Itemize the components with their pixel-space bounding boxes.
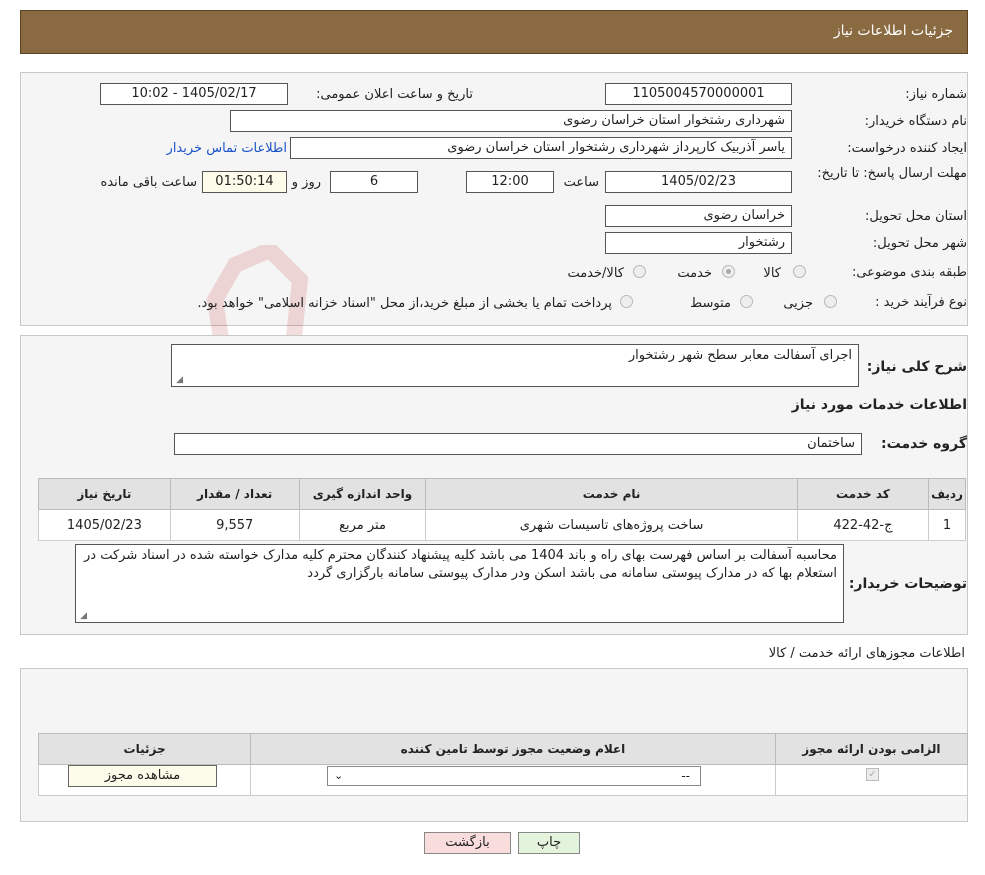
- services-table-header: ردیف کد خدمت نام خدمت واحد اندازه گیری ت…: [38, 478, 966, 510]
- category-radio-goods[interactable]: [793, 265, 806, 278]
- col-unit: واحد اندازه گیری: [298, 478, 427, 510]
- category-option-both: کالا/خدمت: [567, 266, 624, 281]
- page-title: جزئیات اطلاعات نیاز: [833, 23, 953, 39]
- service-group-field: ساختمان: [174, 433, 862, 455]
- deadline-time-label: ساعت: [563, 175, 599, 190]
- remaining-time-field: 01:50:14: [202, 171, 287, 193]
- buyer-org-field: شهرداری رشتخوار استان خراسان رضوی: [230, 110, 792, 132]
- process-option-medium: متوسط: [690, 296, 731, 311]
- need-number-label: شماره نیاز:: [905, 87, 967, 102]
- col-permit-required: الزامی بودن ارائه مجوز: [774, 733, 969, 765]
- process-radio-treasury[interactable]: [620, 295, 633, 308]
- col-name: نام خدمت: [425, 478, 798, 510]
- announce-field: 1405/02/17 - 10:02: [100, 83, 288, 105]
- deadline-date-field: 1405/02/23: [605, 171, 792, 193]
- days-label: روز و: [291, 175, 321, 190]
- services-table: ردیف کد خدمت نام خدمت واحد اندازه گیری ت…: [38, 478, 966, 541]
- permit-status-select[interactable]: ⌄ --: [327, 766, 701, 786]
- deadline-time-field: 12:00: [466, 171, 554, 193]
- service-group-label: گروه خدمت:: [881, 436, 967, 452]
- summary-text: اجرای آسفالت معابر سطح شهر رشتخوار: [628, 348, 852, 363]
- row-qty: 9,557: [169, 509, 300, 541]
- process-note: پرداخت تمام یا بخشی از مبلغ خرید،از محل …: [197, 296, 612, 311]
- city-field: رشتخوار: [605, 232, 792, 254]
- buyer-contact-link[interactable]: اطلاعات تماس خریدار: [167, 141, 287, 156]
- days-field: 6: [330, 171, 418, 193]
- buyer-notes-field: محاسبه آسفالت بر اساس فهرست بهای راه و ب…: [75, 544, 844, 623]
- row-unit: متر مربع: [298, 509, 427, 541]
- need-number-field: 1105004570000001: [605, 83, 792, 105]
- process-radio-minor[interactable]: [824, 295, 837, 308]
- row-index: 1: [928, 509, 966, 541]
- buyer-notes-text: محاسبه آسفالت بر اساس فهرست بهای راه و ب…: [84, 548, 837, 581]
- permits-title: اطلاعات مجوزهای ارائه خدمت / کالا: [768, 646, 965, 661]
- summary-field: اجرای آسفالت معابر سطح شهر رشتخوار ◢: [171, 344, 859, 387]
- permit-required-checkbox[interactable]: ✓: [866, 768, 879, 781]
- row-date: 1405/02/23: [38, 509, 171, 541]
- col-permit-status: اعلام وضعیت مجوز توسط تامین کننده: [250, 733, 776, 765]
- category-radio-service[interactable]: [722, 265, 735, 278]
- row-code: ج-42-422: [796, 509, 930, 541]
- province-label: استان محل تحویل:: [865, 209, 967, 224]
- announce-label: تاریخ و ساعت اعلان عمومی:: [316, 87, 473, 102]
- process-option-minor: جزیی: [783, 296, 813, 311]
- city-label: شهر محل تحویل:: [872, 236, 967, 251]
- category-option-goods: کالا: [763, 266, 781, 281]
- summary-label: شرح کلی نیاز:: [866, 359, 967, 375]
- col-permit-details: جزئیات: [37, 733, 252, 765]
- row-name: ساخت پروژه‌های تاسیسات شهری: [425, 509, 798, 541]
- creator-field: یاسر آذربیک کارپرداز شهرداری رشتخوار است…: [290, 137, 792, 159]
- view-permit-button[interactable]: مشاهده مجوز: [68, 765, 217, 787]
- col-date: تاریخ نیاز: [38, 478, 171, 510]
- chevron-down-icon: ⌄: [334, 769, 344, 782]
- services-title: اطلاعات خدمات مورد نیاز: [791, 397, 967, 413]
- creator-label: ایجاد کننده درخواست:: [847, 141, 967, 156]
- resize-grip-icon[interactable]: ◢: [175, 376, 183, 385]
- col-index: ردیف: [928, 478, 966, 510]
- table-row: 1 ج-42-422 ساخت پروژه‌های تاسیسات شهری م…: [38, 509, 966, 541]
- permits-table-header: الزامی بودن ارائه مجوز اعلام وضعیت مجوز …: [37, 733, 969, 765]
- category-label: طبقه بندی موضوعی:: [851, 265, 967, 280]
- permit-status-value: --: [681, 769, 690, 783]
- process-radio-medium[interactable]: [740, 295, 753, 308]
- deadline-label: مهلت ارسال پاسخ: تا تاریخ:: [817, 166, 967, 181]
- remaining-label: ساعت باقی مانده: [100, 175, 197, 190]
- province-field: خراسان رضوی: [605, 205, 792, 227]
- buyer-org-label: نام دستگاه خریدار:: [864, 114, 967, 129]
- resize-grip-icon[interactable]: ◢: [79, 612, 87, 621]
- col-code: کد خدمت: [796, 478, 930, 510]
- col-qty: تعداد / مقدار: [169, 478, 300, 510]
- back-button[interactable]: بازگشت: [424, 832, 511, 854]
- buyer-notes-label: توضیحات خریدار:: [848, 576, 967, 592]
- page-header: جزئیات اطلاعات نیاز: [20, 10, 968, 54]
- print-button[interactable]: چاپ: [518, 832, 580, 854]
- process-label: نوع فرآیند خرید :: [875, 295, 967, 310]
- category-radio-both[interactable]: [633, 265, 646, 278]
- category-option-service: خدمت: [677, 266, 712, 281]
